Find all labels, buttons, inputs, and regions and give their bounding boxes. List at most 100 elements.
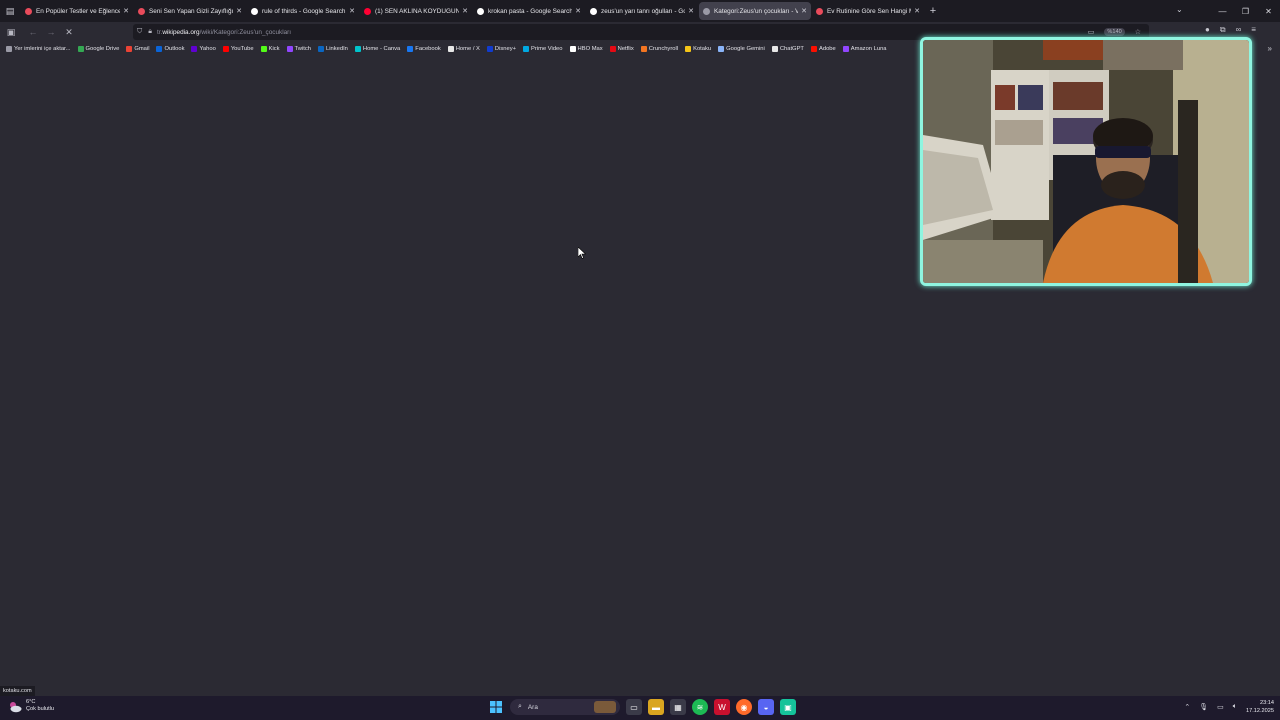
browser-tab[interactable]: En Popüler Testler ve Eğlenceli T✕ bbox=[21, 2, 133, 20]
bookmark-item[interactable]: LinkedIn bbox=[317, 46, 348, 52]
browser-tab[interactable]: rule of thirds - Google Search ✕ bbox=[247, 2, 359, 20]
tray-chevron-up-icon[interactable]: ⌃ bbox=[1184, 703, 1190, 711]
close-icon[interactable]: ✕ bbox=[1257, 7, 1280, 16]
clock[interactable]: 23:14 17.12.2025 bbox=[1246, 699, 1274, 715]
bookmark-favicon-icon bbox=[810, 46, 817, 52]
bookmark-item[interactable]: Amazon Luna bbox=[842, 46, 887, 52]
menu-icon[interactable]: ≡ bbox=[1251, 25, 1256, 35]
bookmark-item[interactable]: ChatGPT bbox=[771, 46, 804, 52]
store-icon[interactable]: ▦ bbox=[670, 699, 686, 715]
restore-icon[interactable]: ❐ bbox=[1234, 7, 1257, 16]
bookmark-item[interactable]: HBO Max bbox=[569, 46, 603, 52]
bookmark-item[interactable]: Netflix bbox=[609, 46, 634, 52]
new-tab-button[interactable]: + bbox=[924, 2, 942, 20]
extension-icon[interactable]: ∞ bbox=[1236, 25, 1242, 35]
discord-icon[interactable]: ◒ bbox=[758, 699, 774, 715]
bookmark-item[interactable]: YouTube bbox=[222, 46, 254, 52]
task-view-icon[interactable]: ▭ bbox=[626, 699, 642, 715]
weather-temp: 6°C bbox=[26, 699, 36, 705]
bookmark-label: Prime Video bbox=[531, 46, 563, 52]
tab-favicon-icon bbox=[364, 7, 371, 15]
bookmark-item[interactable]: Outlook bbox=[156, 46, 184, 52]
bookmark-item[interactable]: Facebook bbox=[407, 46, 441, 52]
bookmark-item[interactable]: Kick bbox=[260, 46, 280, 52]
word-app-icon[interactable]: W bbox=[714, 699, 730, 715]
zoom-level-button[interactable]: %140 bbox=[1104, 28, 1125, 36]
lock-icon[interactable]: 🔒︎ bbox=[148, 28, 152, 36]
stop-loading-icon[interactable]: ✕ bbox=[60, 27, 78, 38]
tab-title: Kategori:Zeus'un çocukları - Vik bbox=[714, 7, 799, 15]
tab-list-icon[interactable]: ▤ bbox=[0, 0, 20, 22]
window-controls: — ❐ ✕ bbox=[1211, 0, 1280, 22]
bookmark-item[interactable]: Kotaku bbox=[685, 46, 711, 52]
tab-close-icon[interactable]: ✕ bbox=[236, 7, 242, 15]
bookmark-item[interactable]: Twitch bbox=[286, 46, 311, 52]
microphone-icon[interactable]: 🎙︎ bbox=[1199, 703, 1208, 711]
bookmark-item[interactable]: Yer imlerini içe aktar... bbox=[6, 46, 71, 52]
bookmark-label: Kotaku bbox=[693, 46, 712, 52]
bookmark-favicon-icon bbox=[354, 46, 361, 52]
bookmark-favicon-icon bbox=[6, 46, 12, 52]
shield-icon[interactable]: ⛉ bbox=[137, 28, 142, 36]
bookmark-item[interactable]: Prime Video bbox=[523, 46, 563, 52]
tab-favicon-icon bbox=[477, 7, 484, 15]
weather-widget[interactable]: 6°C Çok bulutlu bbox=[8, 699, 54, 713]
search-icon: ⌕ bbox=[518, 703, 522, 710]
bookmark-favicon-icon bbox=[842, 46, 849, 52]
tab-close-icon[interactable]: ✕ bbox=[349, 7, 355, 15]
back-icon[interactable]: ← bbox=[24, 27, 42, 37]
bookmark-item[interactable]: Disney+ bbox=[486, 46, 517, 52]
clock-time: 23:14 bbox=[1260, 700, 1274, 706]
bookmark-item[interactable]: Home - Canva bbox=[354, 46, 401, 52]
bookmark-item[interactable]: Adobe bbox=[810, 46, 836, 52]
bookmark-item[interactable]: Google Gemini bbox=[718, 46, 765, 52]
bookmark-item[interactable]: Gmail bbox=[126, 46, 149, 52]
reader-view-icon[interactable]: ▭ bbox=[1088, 28, 1095, 36]
bookmark-item[interactable]: Crunchyroll bbox=[640, 46, 678, 52]
browser-tab[interactable]: Ev Rutinine Göre Sen Hangi Mit ✕ bbox=[812, 2, 924, 20]
windows-start-icon[interactable] bbox=[488, 699, 504, 715]
firefox-icon[interactable]: ◉ bbox=[736, 699, 752, 715]
bookmark-item[interactable]: Yahoo bbox=[191, 46, 216, 52]
bookmark-label: Disney+ bbox=[494, 46, 517, 52]
tab-close-icon[interactable]: ✕ bbox=[123, 7, 129, 15]
account-icon[interactable]: ● bbox=[1205, 25, 1210, 35]
bookmark-item[interactable]: Google Drive bbox=[77, 46, 119, 52]
tab-close-icon[interactable]: ✕ bbox=[575, 7, 581, 15]
volume-icon[interactable]: 🔈︎ bbox=[1233, 703, 1237, 711]
bookmark-favicon-icon bbox=[771, 46, 778, 52]
taskbar-search-input[interactable]: ⌕ Ara bbox=[510, 699, 620, 715]
bookmark-item[interactable]: Home / X bbox=[447, 46, 480, 52]
tab-title: krokan pasta - Google Search bbox=[488, 7, 573, 15]
tab-close-icon[interactable]: ✕ bbox=[914, 7, 920, 15]
forward-icon[interactable]: → bbox=[42, 27, 60, 37]
browser-tab[interactable]: (1) SEN AKLINA KOYDUĞUN H ✕ bbox=[360, 2, 472, 20]
browser-tab[interactable]: Kategori:Zeus'un çocukları - Vik ✕ bbox=[699, 2, 811, 20]
chevron-down-icon[interactable]: ⌄ bbox=[1176, 5, 1183, 14]
bookmark-label: Home - Canva bbox=[362, 46, 401, 52]
app-icon[interactable]: ▣ bbox=[780, 699, 796, 715]
tab-close-icon[interactable]: ✕ bbox=[462, 7, 468, 15]
file-explorer-icon[interactable]: ▬ bbox=[648, 699, 664, 715]
network-icon[interactable]: ▭ bbox=[1217, 703, 1224, 711]
extensions-icon[interactable]: ⧉ bbox=[1220, 25, 1226, 35]
bookmarks-list: Yer imlerini içe aktar... Google Drive Gma… bbox=[6, 46, 894, 52]
spotify-icon[interactable]: ≋ bbox=[692, 699, 708, 715]
tab-favicon-icon bbox=[590, 7, 597, 15]
tab-close-icon[interactable]: ✕ bbox=[801, 7, 807, 15]
bookmark-favicon-icon bbox=[126, 46, 133, 52]
bookmark-label: Outlook bbox=[164, 46, 185, 52]
browser-tab[interactable]: zeus'un yarı tanrı oğulları - Goo ✕ bbox=[586, 2, 698, 20]
minimize-icon[interactable]: — bbox=[1211, 7, 1234, 16]
sidebar-toggle-icon[interactable]: ▣ bbox=[2, 27, 20, 38]
bookmark-star-icon[interactable]: ☆ bbox=[1135, 28, 1141, 36]
tab-close-icon[interactable]: ✕ bbox=[688, 7, 694, 15]
bookmarks-overflow-icon[interactable]: » bbox=[1268, 44, 1272, 53]
browser-tab[interactable]: Seni Sen Yapan Gizli Zayıflığın N✕ bbox=[134, 2, 246, 20]
browser-tab[interactable]: krokan pasta - Google Search ✕ bbox=[473, 2, 585, 20]
tab-favicon-icon bbox=[251, 7, 258, 15]
bookmark-favicon-icon bbox=[685, 46, 692, 52]
url-domain: wikipedia.org bbox=[162, 28, 200, 36]
bookmark-favicon-icon bbox=[486, 46, 493, 52]
bookmark-favicon-icon bbox=[447, 46, 454, 52]
